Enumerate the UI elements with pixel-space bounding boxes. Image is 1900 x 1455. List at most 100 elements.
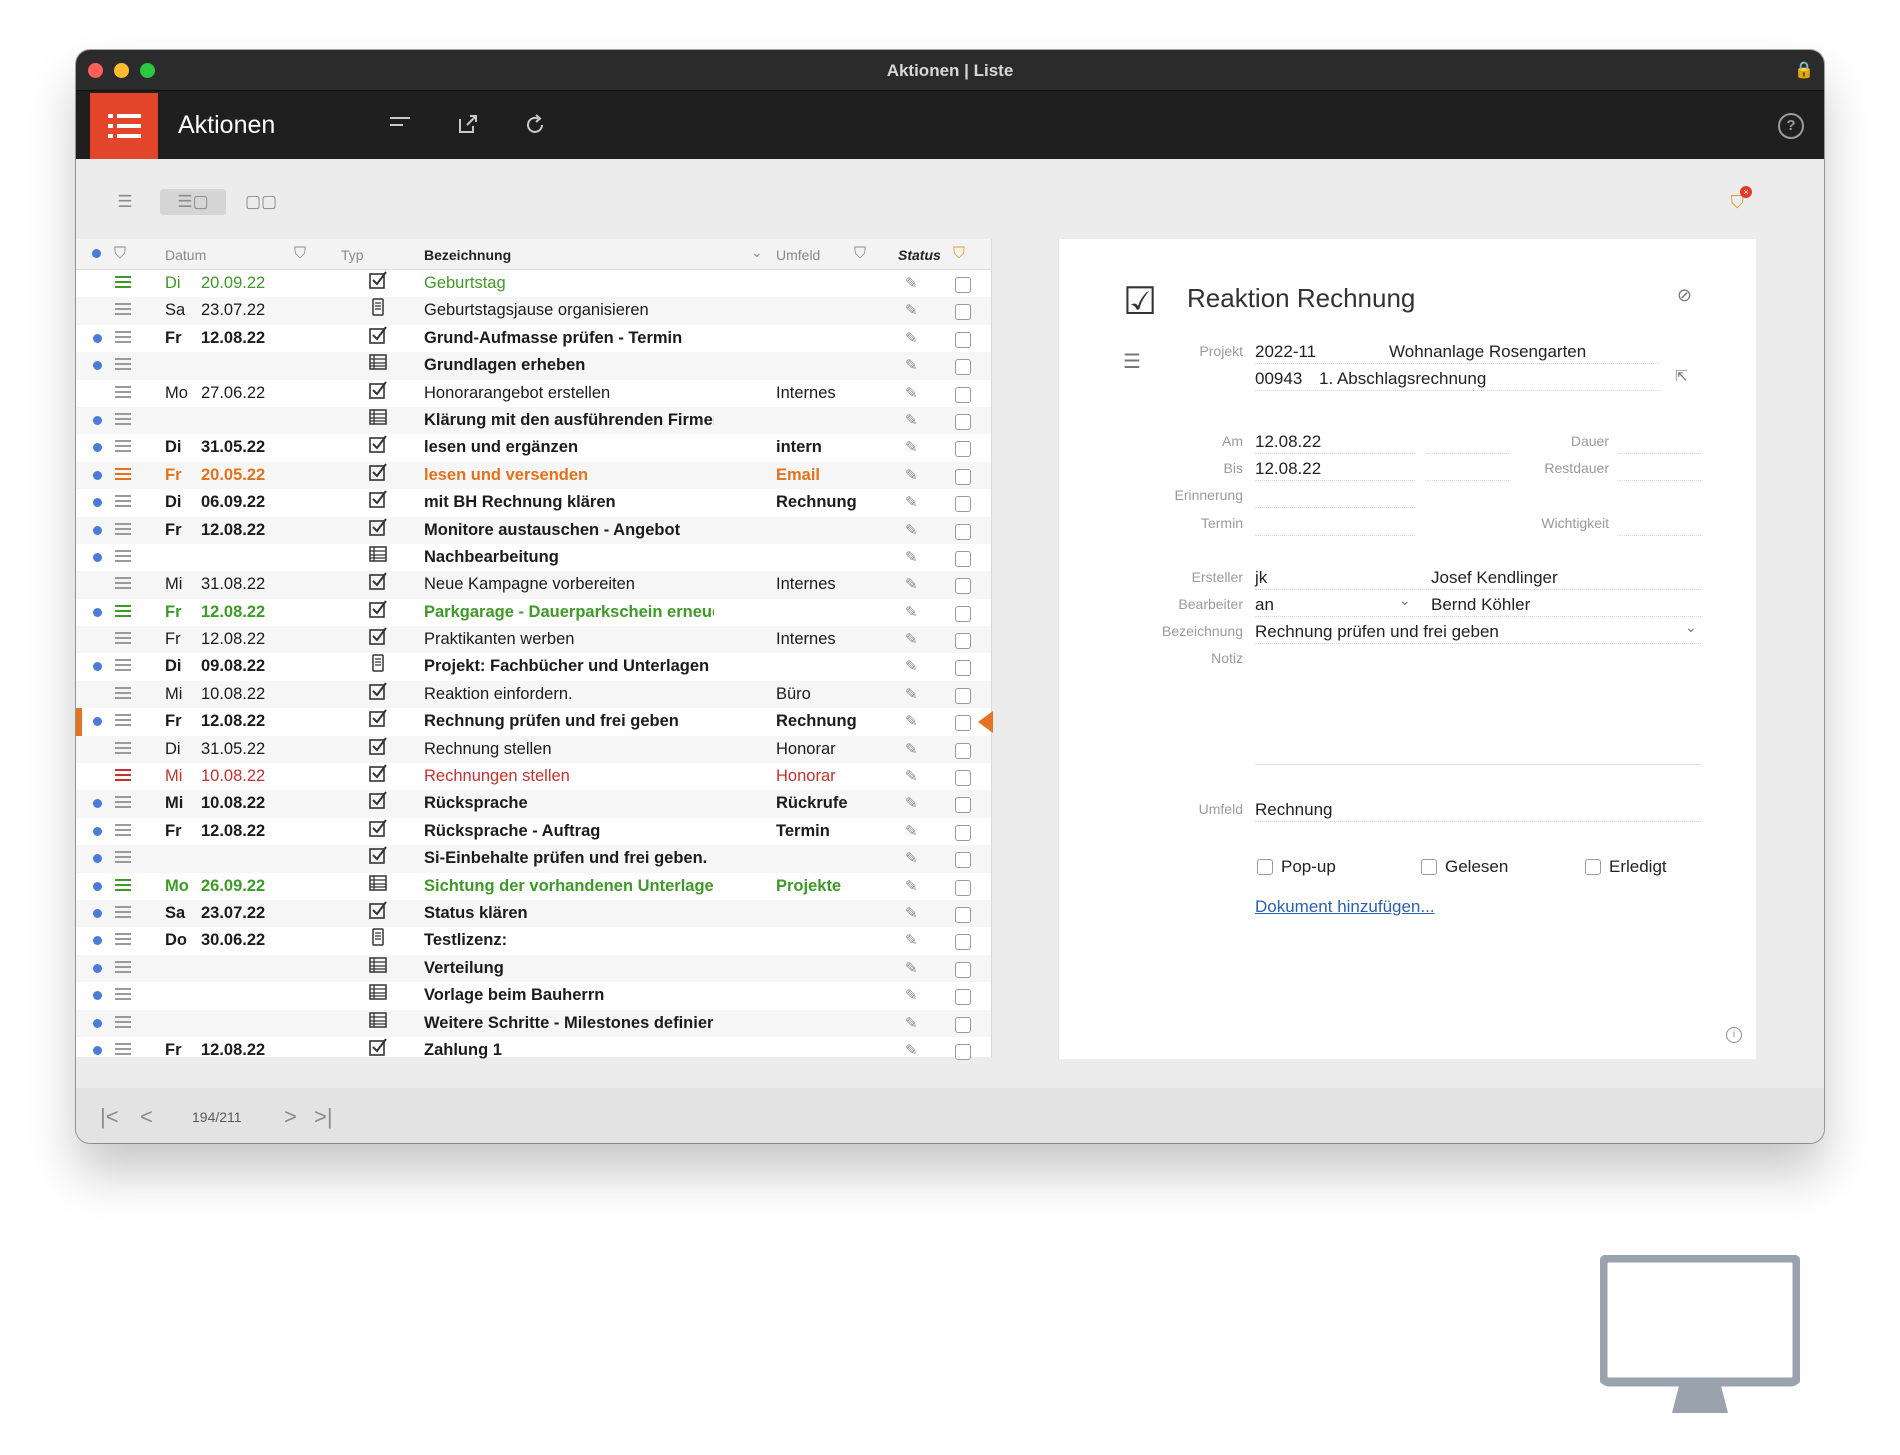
help-icon[interactable]: ? [1778, 113, 1804, 139]
list-item[interactable]: Si-Einbehalte prüfen und frei geben. ✎ [76, 845, 991, 873]
row-status-checkbox[interactable] [955, 961, 971, 978]
popup-checkbox[interactable] [1257, 859, 1273, 875]
row-menu-icon[interactable] [114, 434, 134, 461]
prev-page-icon[interactable]: < [140, 1104, 153, 1130]
list-item[interactable]: Sa 23.07.22 Geburtstagsjause organisieren ✎ [76, 297, 991, 325]
row-menu-icon[interactable] [114, 708, 134, 735]
open-external-icon[interactable]: ⇱ [1675, 367, 1688, 385]
edit-pencil-icon[interactable]: ✎ [905, 489, 918, 516]
export-icon[interactable] [454, 113, 482, 139]
edit-pencil-icon[interactable]: ✎ [905, 270, 918, 297]
row-menu-icon[interactable] [114, 297, 134, 324]
row-menu-icon[interactable] [114, 653, 134, 680]
row-status-checkbox[interactable] [955, 934, 971, 951]
list-item[interactable]: Mi 10.08.22 Rücksprache Rückrufe ✎ [76, 790, 991, 818]
list-item[interactable]: Mi 31.08.22 Neue Kampagne vorbereiten Inter… [76, 571, 991, 599]
row-status-checkbox[interactable] [955, 496, 971, 513]
projekt-name[interactable]: Wohnanlage Rosengarten [1389, 342, 1586, 362]
bezeichnung-chevron-down-icon[interactable]: ⌄ [1685, 619, 1697, 636]
cancel-icon[interactable]: ⊘ [1677, 285, 1692, 306]
edit-pencil-icon[interactable]: ✎ [905, 845, 918, 872]
row-status-checkbox[interactable] [955, 742, 971, 759]
row-status-checkbox[interactable] [955, 797, 971, 814]
list-item[interactable]: Di 31.05.22 Rechnung stellen Honorar ✎ [76, 735, 991, 764]
row-menu-icon[interactable] [114, 380, 134, 407]
status-filter-icon[interactable]: ⛉ [953, 245, 965, 263]
row-menu-icon[interactable] [114, 790, 134, 817]
last-page-icon[interactable]: >| [314, 1104, 333, 1130]
row-status-checkbox[interactable] [955, 879, 971, 896]
list-item[interactable]: Di 06.09.22 mit BH Rechnung klären Rechnung… [76, 489, 991, 516]
list-item[interactable]: Weitere Schritte - Milestones definieren… [76, 1009, 991, 1037]
edit-pencil-icon[interactable]: ✎ [905, 955, 918, 982]
row-status-checkbox[interactable] [955, 906, 971, 923]
filter-active-icon[interactable]: ⛉ × [1731, 186, 1752, 213]
row-menu-icon[interactable] [114, 681, 134, 708]
row-status-checkbox[interactable] [955, 852, 971, 869]
row-status-checkbox[interactable] [955, 441, 971, 458]
row-status-checkbox[interactable] [955, 359, 971, 376]
row-status-checkbox[interactable] [955, 715, 971, 732]
notiz-textarea[interactable] [1255, 647, 1701, 765]
edit-pencil-icon[interactable]: ✎ [905, 708, 918, 735]
dot-column-icon[interactable] [92, 249, 101, 258]
column-status[interactable]: Status [898, 247, 941, 263]
list-item[interactable]: Verteilung ✎ [76, 954, 991, 983]
edit-pencil-icon[interactable]: ✎ [905, 544, 918, 571]
row-menu-icon[interactable] [114, 352, 134, 379]
row-status-checkbox[interactable] [955, 277, 971, 293]
row-status-checkbox[interactable] [955, 386, 971, 403]
edit-pencil-icon[interactable]: ✎ [905, 818, 918, 845]
rechnung-nr[interactable]: 00943 [1255, 369, 1302, 389]
edit-pencil-icon[interactable]: ✎ [905, 873, 918, 900]
bearbeiter-chevron-down-icon[interactable]: ⌄ [1399, 592, 1411, 609]
row-menu-icon[interactable] [114, 1037, 134, 1064]
row-menu-icon[interactable] [114, 736, 134, 763]
row-status-checkbox[interactable] [955, 578, 971, 595]
edit-pencil-icon[interactable]: ✎ [905, 900, 918, 927]
row-menu-icon[interactable] [114, 818, 134, 845]
row-status-checkbox[interactable] [955, 605, 971, 622]
edit-pencil-icon[interactable]: ✎ [905, 1010, 918, 1037]
edit-pencil-icon[interactable]: ✎ [905, 434, 918, 461]
edit-pencil-icon[interactable]: ✎ [905, 407, 918, 434]
view-list-icon[interactable]: ☰ [92, 189, 158, 215]
edit-pencil-icon[interactable]: ✎ [905, 380, 918, 407]
row-status-checkbox[interactable] [955, 523, 971, 540]
list-item[interactable]: Sa 23.07.22 Status klären ✎ [76, 899, 991, 928]
bis-field[interactable]: 12.08.22 [1255, 459, 1321, 479]
edit-pencil-icon[interactable]: ✎ [905, 763, 918, 790]
row-menu-icon[interactable] [114, 927, 134, 954]
edit-pencil-icon[interactable]: ✎ [905, 982, 918, 1009]
row-menu-icon[interactable] [114, 873, 134, 900]
rechnung-name[interactable]: 1. Abschlagsrechnung [1319, 369, 1486, 389]
list-item[interactable]: Fr 12.08.22 Rücksprache - Auftrag Termin ✎ [76, 818, 991, 845]
row-menu-icon[interactable] [114, 982, 134, 1009]
row-menu-icon[interactable] [114, 571, 134, 598]
row-menu-icon[interactable] [114, 626, 134, 653]
umfeld-filter-icon[interactable]: ⛉ [854, 245, 866, 263]
row-menu-icon[interactable] [114, 900, 134, 927]
row-status-checkbox[interactable] [955, 687, 971, 704]
row-status-checkbox[interactable] [955, 660, 971, 677]
list-item[interactable]: Fr 12.08.22 Monitore austauschen - Angebot… [76, 516, 991, 544]
list-item[interactable]: Di 20.09.22 Geburtstag ✎ [76, 270, 991, 297]
row-menu-icon[interactable] [114, 1010, 134, 1037]
clear-filter-icon[interactable]: × [1740, 186, 1752, 198]
row-status-checkbox[interactable] [955, 413, 971, 430]
row-status-checkbox[interactable] [955, 1016, 971, 1033]
sort-icon[interactable] [386, 113, 414, 139]
row-menu-icon[interactable] [114, 462, 134, 489]
list-item[interactable]: Klärung mit den ausführenden Firmen ✎ [76, 406, 991, 435]
list-item[interactable]: Fr 12.08.22 Grund-Aufmasse prüfen - Termin… [76, 325, 991, 352]
row-status-checkbox[interactable] [955, 770, 971, 787]
list-item[interactable]: Grundlagen erheben ✎ [76, 352, 991, 380]
app-list-icon[interactable] [90, 93, 158, 159]
row-menu-icon[interactable] [114, 407, 134, 434]
bearbeiter-kurz[interactable]: an [1255, 595, 1274, 615]
list-item[interactable]: Mi 10.08.22 Reaktion einfordern. Büro ✎ [76, 680, 991, 709]
edit-pencil-icon[interactable]: ✎ [905, 325, 918, 352]
row-status-checkbox[interactable] [955, 550, 971, 567]
row-menu-icon[interactable] [114, 270, 134, 297]
row-status-checkbox[interactable] [955, 633, 971, 650]
